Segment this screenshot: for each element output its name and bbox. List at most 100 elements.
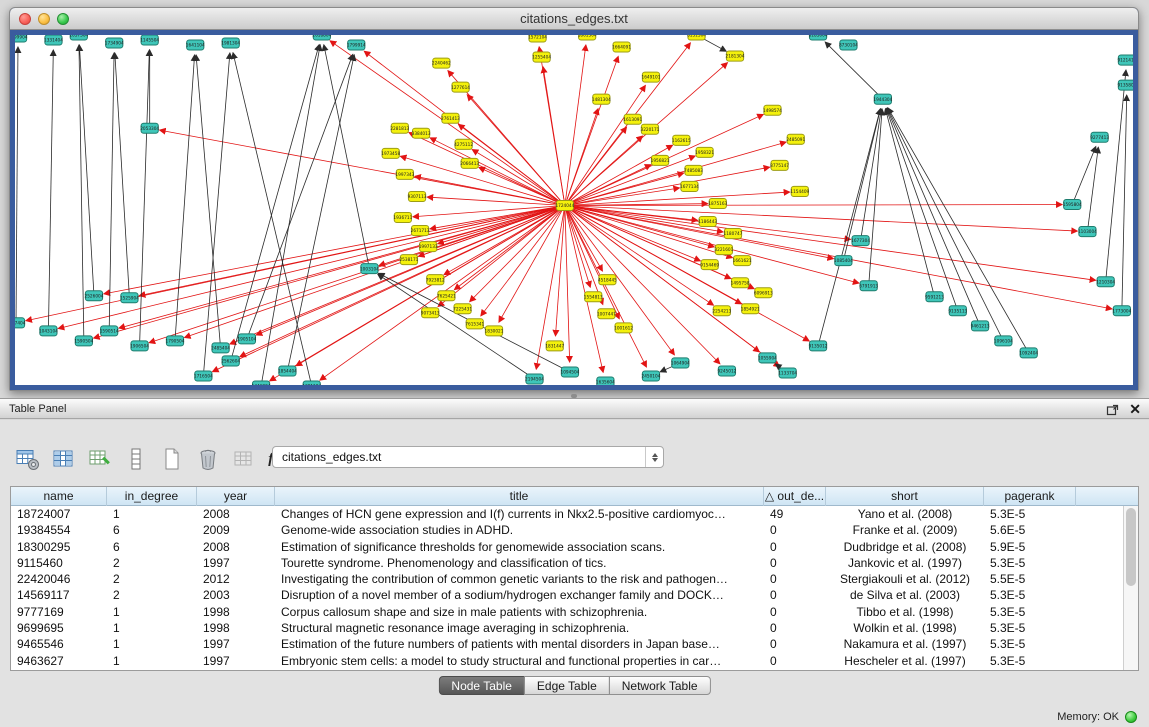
table-cell[interactable]: 1997 [197,636,275,652]
graph-node[interactable]: 1525904 [120,293,139,303]
graph-node[interactable]: 1145504 [140,35,159,45]
graph-node[interactable]: 1799914 [347,40,366,50]
graph-node[interactable]: 1958321 [695,147,714,157]
graph-edge[interactable] [565,142,786,205]
graph-edge[interactable] [231,45,319,361]
table-cell[interactable]: Hescheler et al. (1997) [826,653,984,669]
table-cell[interactable]: Investigating the contribution of common… [275,571,764,587]
table-cell[interactable]: Tourette syndrome. Phenomenology and cla… [275,555,764,571]
table-cell[interactable]: 9777169 [11,604,107,620]
graph-node[interactable]: 1590514 [100,326,119,336]
table-cell[interactable]: 0 [764,571,826,587]
graph-node[interactable]: 2181304 [726,51,745,61]
graph-edge[interactable] [104,205,565,293]
table-cell[interactable]: 1998 [197,620,275,636]
graph-node[interactable]: 4518445 [598,275,617,285]
table-cell[interactable]: 1997 [197,555,275,571]
table-cell[interactable]: Tibbo et al. (1998) [826,604,984,620]
table-row[interactable]: 969969511998Structural magnetic resonanc… [11,620,1138,636]
graph-edge[interactable] [409,133,565,206]
graph-node[interactable]: 1716504 [194,371,213,381]
graph-edge[interactable] [16,47,18,323]
table-cell[interactable]: 5.3E-5 [984,587,1076,603]
graph-node[interactable]: 1481304 [592,94,611,104]
graph-node[interactable]: 1854921 [741,304,760,314]
graph-node[interactable]: 8775147 [770,160,789,170]
table-cell[interactable]: Dudbridge et al. (2008) [826,539,984,555]
table-cell[interactable]: 2009 [197,522,275,538]
table-source-dropdown[interactable]: citations_edges.txt [272,446,664,468]
graph-edge[interactable] [565,145,673,205]
graph-node[interactable]: 1180747 [724,229,743,239]
graph-node[interactable]: 3384013 [412,128,431,138]
graph-node[interactable]: 1043104 [39,326,58,336]
column-header-pagerank[interactable]: pagerank [984,487,1076,506]
graph-edge[interactable] [886,109,958,311]
table-cell[interactable]: 5.3E-5 [984,653,1076,669]
table-vertical-scrollbar[interactable] [1123,506,1138,670]
table-cell[interactable]: Jankovic et al. (1997) [826,555,984,571]
graph-node[interactable]: 1936711 [393,213,412,223]
graph-node[interactable]: 1637304 [69,35,88,40]
graph-edge[interactable] [140,50,150,346]
graph-node[interactable]: 9277413 [1090,132,1109,142]
graph-node[interactable]: 1094504 [561,367,580,377]
graph-edge[interactable] [287,55,354,371]
graph-node[interactable]: 7625421 [437,291,456,301]
graph-node[interactable]: 1799904 [15,35,28,42]
table-cell[interactable]: 6 [107,522,197,538]
table-cell[interactable]: 18724007 [11,506,107,522]
table-cell[interactable]: 22420046 [11,571,107,587]
table-cell[interactable]: 2 [107,587,197,603]
graph-node[interactable]: 9073413 [421,308,440,318]
graph-node[interactable]: 1997343 [395,169,414,179]
table-cell[interactable]: Genome-wide association studies in ADHD. [275,522,764,538]
graph-node[interactable]: 2526004 [85,291,104,301]
graph-node[interactable]: 9154469 [700,260,719,270]
table-cell[interactable]: 5.6E-5 [984,522,1076,538]
graph-node[interactable]: 9135012 [809,341,828,351]
graph-node[interactable]: 1003104 [360,264,379,274]
graph-node[interactable]: 1649101 [642,72,661,82]
table-cell[interactable]: 0 [764,604,826,620]
graph-node[interactable]: 9245012 [717,366,736,376]
graph-node[interactable]: 1724044 [555,200,574,210]
graph-node[interactable]: 7615341 [465,319,484,329]
graph-node[interactable]: 9135804 [1117,80,1133,90]
graph-node[interactable]: 1956821 [651,155,670,165]
graph-node[interactable]: 9461213 [971,321,990,331]
table-row[interactable]: 1872400712008Changes of HCN gene express… [11,506,1138,522]
column-header-year[interactable]: year [197,487,275,506]
table-cell[interactable]: 0 [764,539,826,555]
table-row[interactable]: 1830029562008Estimation of significance … [11,539,1138,555]
table-cell[interactable]: 0 [764,522,826,538]
graph-node[interactable]: 9307113 [408,191,427,201]
table-cell[interactable]: 14569117 [11,587,107,603]
graph-node[interactable]: 4275112 [454,139,473,149]
graph-node[interactable]: 6096913 [754,288,773,298]
graph-node[interactable]: 2281813 [390,123,409,133]
graph-edge[interactable] [555,205,564,335]
tab-network-table[interactable]: Network Table [609,676,711,695]
table-cell[interactable]: 9115460 [11,555,107,571]
column-visibility-icon[interactable] [50,446,77,472]
table-cell[interactable]: 0 [764,653,826,669]
graph-edge[interactable] [825,42,883,99]
table-row[interactable]: 946362711997Embryonic stem cells: a mode… [11,653,1138,669]
graph-node[interactable]: 3220171 [641,124,660,134]
graph-edge[interactable] [203,53,230,376]
graph-node[interactable]: 9121413 [1117,55,1133,65]
graph-node[interactable]: 1677134 [680,181,699,191]
graph-node[interactable]: 1906504 [130,341,149,351]
table-row[interactable]: 977716911998Corpus callosum shape and si… [11,604,1138,620]
graph-node[interactable]: 1210304 [1096,277,1115,287]
graph-node[interactable]: 6791913 [859,281,878,291]
graph-edge[interactable] [887,108,1003,341]
tab-edge-table[interactable]: Edge Table [524,676,610,695]
graph-node[interactable]: 2053304 [140,123,159,133]
graph-node[interactable]: 1498574 [763,105,782,115]
new-column-icon[interactable] [158,446,185,472]
graph-node[interactable]: 1854404 [278,366,297,376]
table-cell[interactable]: 19384554 [11,522,107,538]
table-cell[interactable]: 1 [107,636,197,652]
